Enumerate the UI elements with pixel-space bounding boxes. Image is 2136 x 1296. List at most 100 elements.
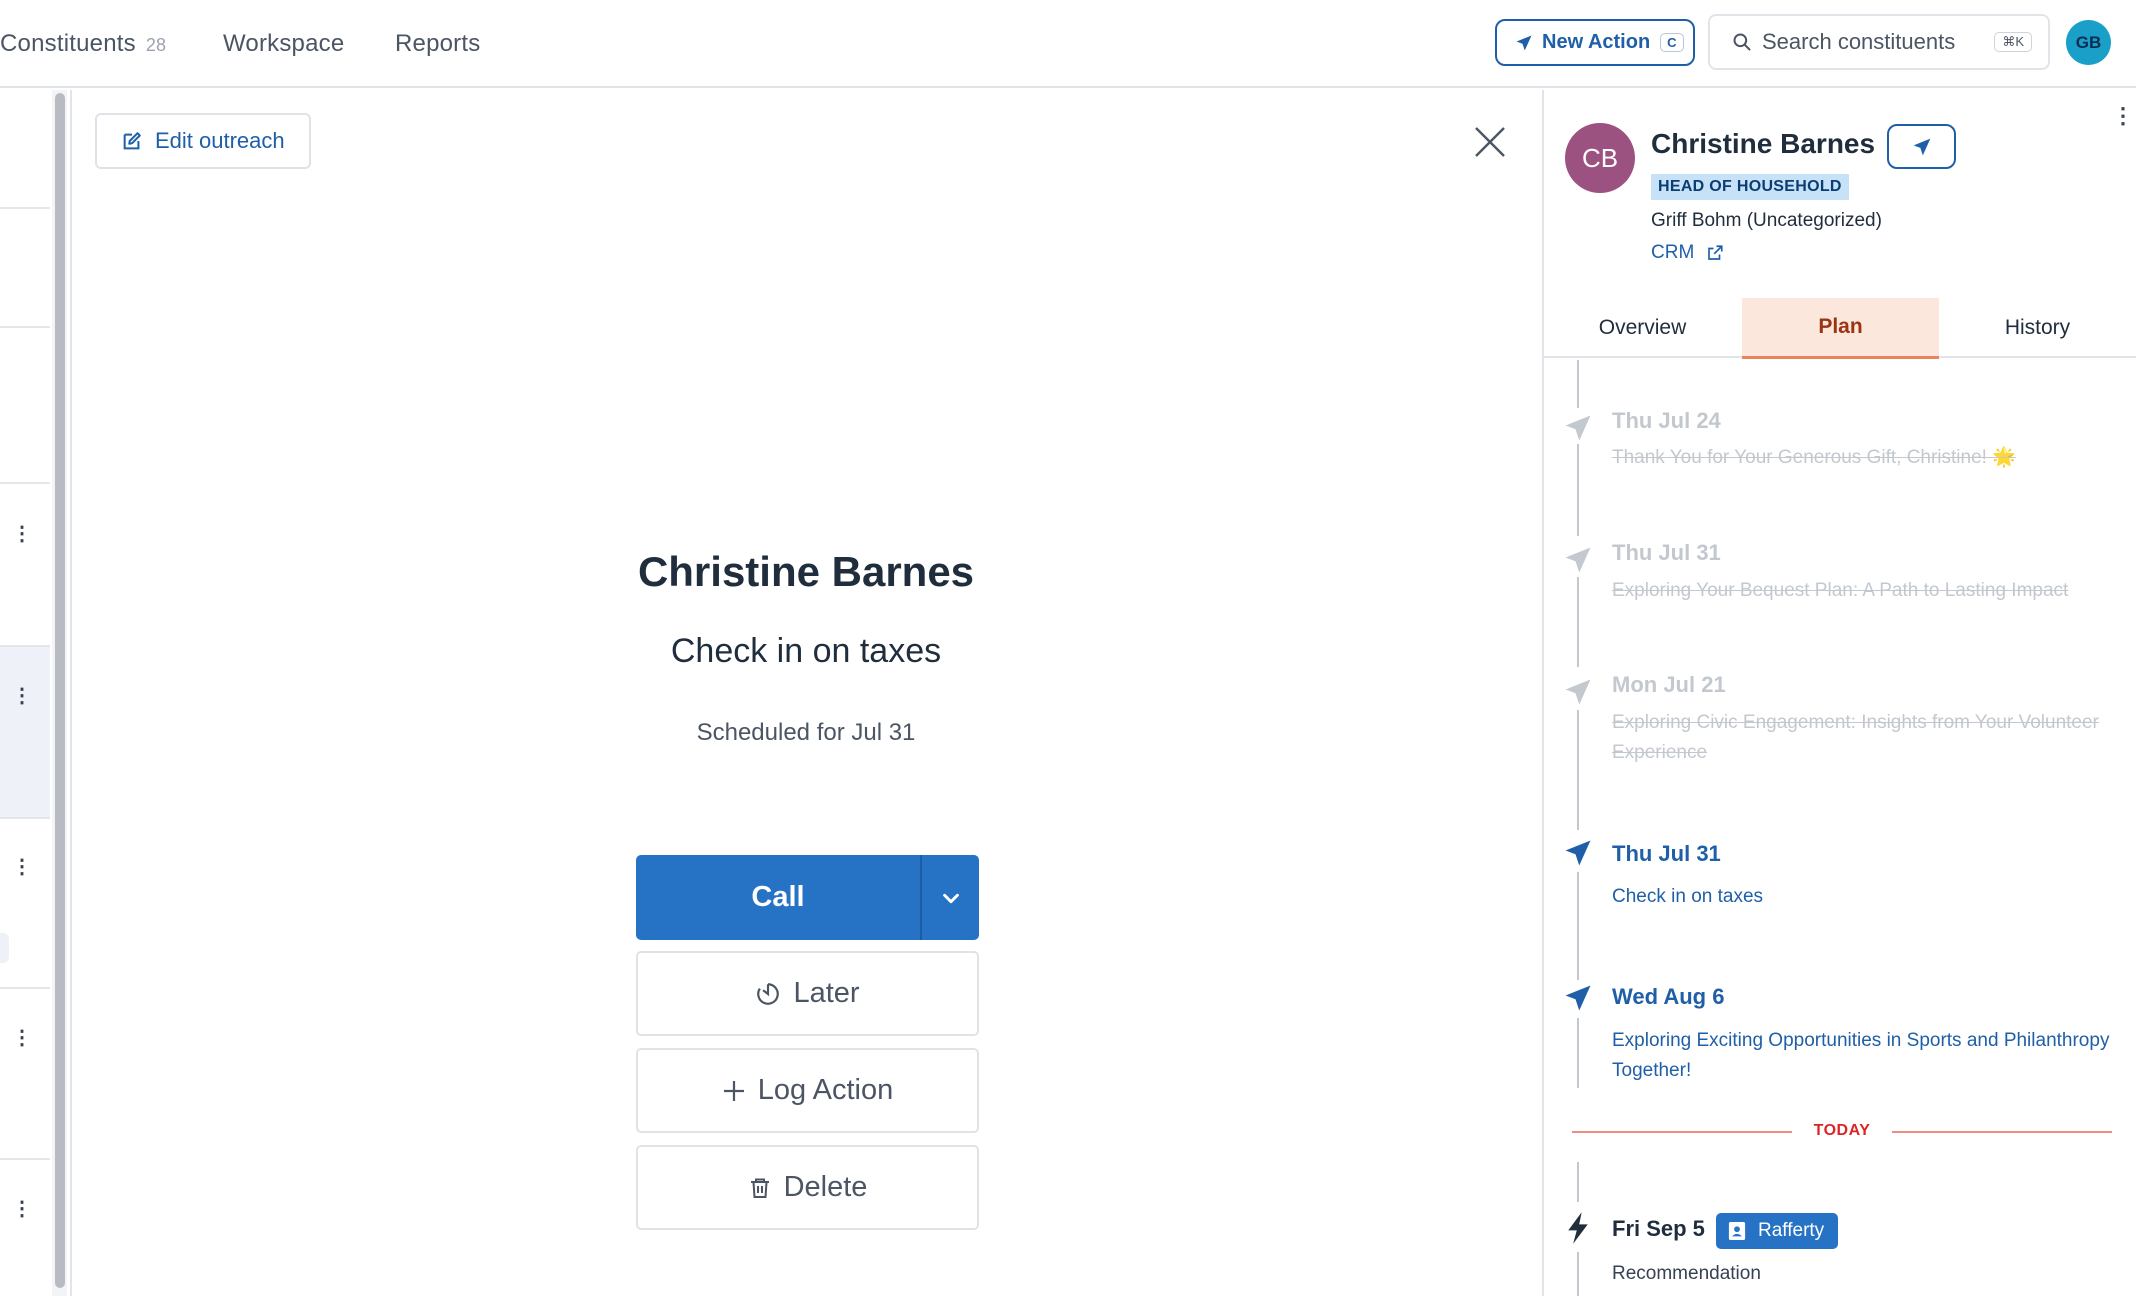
new-action-button[interactable]: New Action C	[1495, 19, 1695, 66]
lightning-icon	[1568, 1212, 1588, 1244]
assignee-name: Rafferty	[1758, 1220, 1825, 1241]
tab-overview[interactable]: Overview	[1544, 298, 1741, 358]
constituents-count: 28	[145, 35, 167, 55]
user-avatar[interactable]: GB	[2066, 20, 2111, 65]
row-divider	[0, 1158, 50, 1160]
call-button[interactable]: Call	[636, 855, 922, 940]
timeline-title: Exploring Civic Engagement: Insights fro…	[1612, 712, 2099, 763]
later-label: Later	[793, 977, 860, 1009]
external-link-icon	[1708, 245, 1723, 260]
call-button-group: Call	[636, 855, 979, 940]
send-icon	[1565, 547, 1591, 573]
timeline-date: Fri Sep 5	[1612, 1216, 1705, 1241]
trash-icon	[750, 1178, 769, 1198]
tab-history[interactable]: History	[1939, 298, 2136, 358]
new-action-shortcut: C	[1660, 33, 1684, 52]
row-menu-icon[interactable]: ⋮	[12, 1028, 32, 1048]
row-menu-icon[interactable]: ⋮	[12, 686, 32, 706]
timeline-title: Thank You for Your Generous Gift, Christ…	[1612, 447, 2016, 468]
outreach-task: Check in on taxes	[670, 632, 942, 670]
timeline-title: Exploring Exciting Opportunities in Spor…	[1612, 1030, 2110, 1081]
timeline-connector	[1577, 1252, 1579, 1296]
send-icon	[1565, 415, 1591, 441]
edit-icon	[123, 132, 141, 150]
timeline-date: Mon Jul 21	[1612, 672, 1726, 697]
more-options-icon[interactable]: ⋮	[2112, 103, 2134, 129]
row-divider	[0, 987, 50, 989]
search-shortcut: ⌘K	[1994, 32, 2032, 52]
timeline-date: Wed Aug 6	[1612, 984, 1725, 1009]
row-divider	[0, 326, 50, 328]
send-icon	[1913, 138, 1930, 155]
outreach-constituent-name: Christine Barnes	[637, 548, 975, 595]
row-divider	[0, 207, 50, 209]
snooze-clock-icon	[757, 982, 780, 1005]
later-button[interactable]: Later	[636, 951, 979, 1036]
nav-reports[interactable]: Reports	[395, 30, 480, 58]
crm-link[interactable]: CRM	[1651, 242, 1724, 264]
send-icon	[1565, 985, 1591, 1011]
timeline-date: Thu Jul 31	[1612, 841, 1721, 866]
nav-constituents-label: Constituents	[0, 30, 136, 57]
today-line	[1572, 1131, 1792, 1133]
row-menu-icon[interactable]: ⋮	[12, 857, 32, 877]
log-action-label: Log Action	[757, 1074, 894, 1106]
profile-tabs: Overview Plan History	[1544, 298, 2136, 359]
assignee-tag[interactable]: Rafferty	[1716, 1213, 1839, 1249]
panel-divider	[70, 90, 72, 1296]
constituent-name: Christine Barnes	[1651, 128, 1876, 159]
timeline-connector	[1577, 872, 1579, 980]
close-icon[interactable]	[1472, 124, 1508, 160]
call-options-button[interactable]	[922, 855, 979, 940]
today-line	[1892, 1131, 2112, 1133]
timeline-date: Thu Jul 24	[1612, 408, 1721, 433]
today-divider: TODAY	[1572, 1122, 2112, 1142]
send-icon	[1565, 840, 1591, 866]
row-menu-icon[interactable]: ⋮	[12, 524, 32, 544]
search-input[interactable]: Search constituents ⌘K	[1708, 14, 2050, 70]
panel-divider	[1542, 90, 1544, 1296]
timeline-title: Recommendation	[1612, 1263, 1761, 1284]
timeline-title: Exploring Your Bequest Plan: A Path to L…	[1612, 580, 2069, 601]
log-action-button[interactable]: Log Action	[636, 1048, 979, 1133]
chevron-down-icon	[942, 893, 959, 903]
timeline-connector	[1577, 710, 1579, 830]
delete-label: Delete	[783, 1171, 868, 1203]
timeline-connector	[1577, 1162, 1579, 1202]
new-action-label: New Action	[1542, 31, 1651, 53]
contact-card-icon	[1728, 1222, 1746, 1240]
top-nav: Constituents 28 Workspace Reports New Act…	[0, 0, 2136, 88]
row-menu-icon[interactable]: ⋮	[12, 1199, 32, 1219]
today-label: TODAY	[1813, 1122, 1871, 1139]
timeline-connector	[1577, 444, 1579, 536]
crm-label: CRM	[1651, 242, 1695, 263]
tab-plan[interactable]: Plan	[1742, 298, 1939, 359]
nav-constituents[interactable]: Constituents 28	[0, 30, 166, 58]
delete-button[interactable]: Delete	[636, 1145, 979, 1230]
send-icon	[1516, 35, 1532, 50]
row-divider	[0, 482, 50, 484]
timeline-title: Check in on taxes	[1612, 886, 1764, 907]
selected-row[interactable]	[0, 647, 50, 817]
household-role-badge: HEAD OF HOUSEHOLD	[1651, 174, 1849, 200]
row-pill	[0, 933, 9, 963]
constituent-owner: Griff Bohm (Uncategorized)	[1651, 210, 1882, 231]
edit-outreach-label: Edit outreach	[155, 128, 285, 153]
nav-workspace[interactable]: Workspace	[223, 30, 344, 58]
outreach-scheduled: Scheduled for Jul 31	[696, 719, 916, 746]
timeline-connector	[1577, 1018, 1579, 1088]
timeline-connector	[1577, 577, 1579, 667]
list-scrollbar-thumb[interactable]	[55, 93, 65, 1288]
timeline-date: Thu Jul 31	[1612, 540, 1721, 565]
send-icon	[1565, 679, 1591, 705]
send-outreach-button[interactable]	[1887, 124, 1956, 169]
row-divider	[0, 645, 50, 647]
constituent-list-edge: ⋮ ⋮ ⋮ ⋮ ⋮	[0, 90, 53, 1296]
constituent-avatar: CB	[1565, 123, 1635, 193]
plus-icon	[723, 1080, 744, 1101]
timeline-connector	[1577, 360, 1579, 408]
row-divider	[0, 817, 50, 819]
edit-outreach-button[interactable]: Edit outreach	[95, 113, 311, 169]
search-icon	[1733, 33, 1751, 51]
search-placeholder: Search constituents	[1762, 29, 1956, 54]
